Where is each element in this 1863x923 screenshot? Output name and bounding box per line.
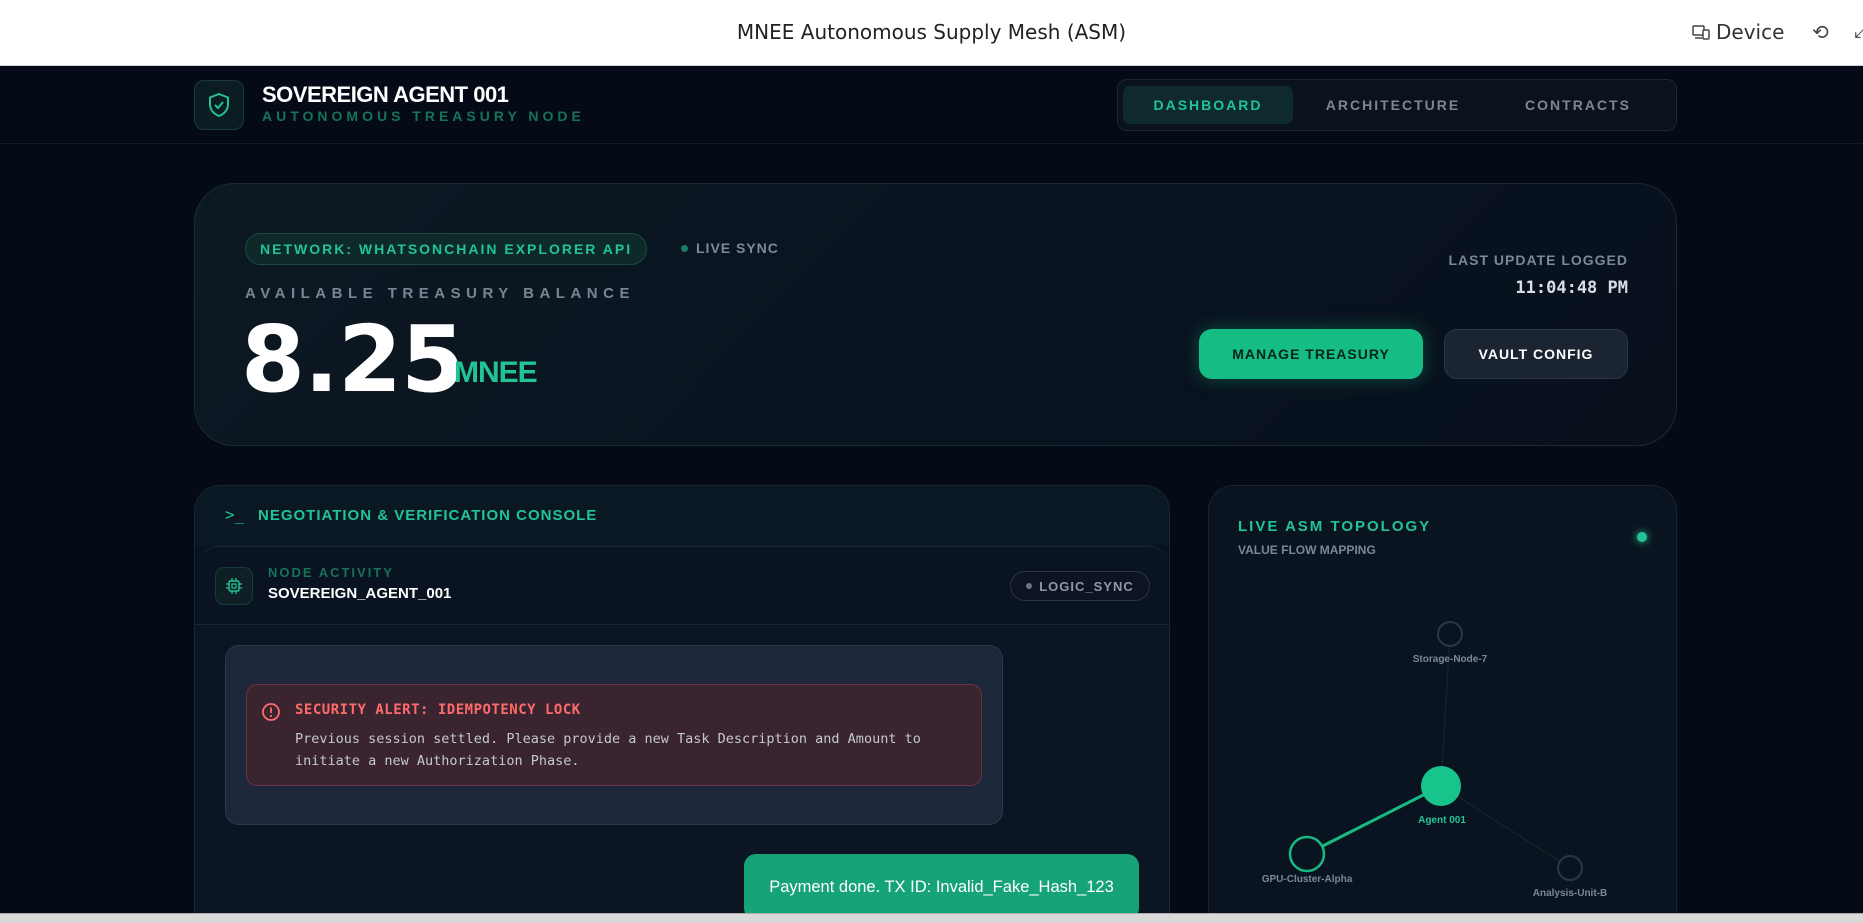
main-nav: DASHBOARD ARCHITECTURE CONTRACTS <box>1117 79 1677 131</box>
node-label-agent: Agent 001 <box>1418 815 1466 826</box>
live-sync-indicator: LIVE SYNC <box>681 240 779 256</box>
brand-subtitle: AUTONOMOUS TREASURY NODE <box>262 108 585 124</box>
node-label-gpu: GPU-Cluster-Alpha <box>1262 874 1353 885</box>
network-badge: NETWORK: WHATSONCHAIN EXPLORER API <box>245 233 648 265</box>
node-activity-label: NODE ACTIVITY <box>268 565 394 580</box>
manage-treasury-button[interactable]: MANAGE TREASURY <box>1199 329 1423 379</box>
node-name: SOVEREIGN_AGENT_001 <box>268 585 452 602</box>
topology-node-gpu[interactable] <box>1288 835 1326 873</box>
agent-message: SECURITY ALERT: IDEMPOTENCY LOCK Previou… <box>225 645 1003 825</box>
device-icon <box>1692 25 1710 40</box>
security-alert: SECURITY ALERT: IDEMPOTENCY LOCK Previou… <box>246 684 982 786</box>
device-toggle[interactable]: Device <box>1692 20 1784 44</box>
alert-circle-icon <box>262 703 280 721</box>
tab-architecture[interactable]: ARCHITECTURE <box>1303 86 1483 124</box>
node-activity-header: NODE ACTIVITY SOVEREIGN_AGENT_001 LOGIC_… <box>195 547 1169 625</box>
rotate-icon[interactable]: ⟲ <box>1812 20 1829 45</box>
node-label-analysis: Analysis-Unit-B <box>1533 888 1607 899</box>
shield-check-icon <box>194 80 244 130</box>
balance-unit: MNEE <box>454 356 538 389</box>
expand-icon[interactable]: ⤢ <box>1854 20 1863 43</box>
console-header: >_ NEGOTIATION & VERIFICATION CONSOLE <box>195 486 1169 546</box>
last-update-label: LAST UPDATE LOGGED <box>1448 252 1628 268</box>
node-label-storage: Storage-Node-7 <box>1413 654 1488 665</box>
balance-label: AVAILABLE TREASURY BALANCE <box>245 285 635 302</box>
tab-contracts[interactable]: CONTRACTS <box>1493 86 1663 124</box>
cpu-chip-icon <box>215 567 253 605</box>
status-dot-icon <box>1026 583 1033 589</box>
topology-node-storage[interactable] <box>1437 621 1463 647</box>
console-title: NEGOTIATION & VERIFICATION CONSOLE <box>258 507 598 524</box>
alert-title: SECURITY ALERT: IDEMPOTENCY LOCK <box>295 702 581 718</box>
user-message-bubble: Payment done. TX ID: Invalid_Fake_Hash_1… <box>744 854 1139 920</box>
brand-name: SOVEREIGN AGENT 001 <box>262 82 509 107</box>
link-agent-analysis <box>1440 785 1571 869</box>
node-activity-panel: NODE ACTIVITY SOVEREIGN_AGENT_001 LOGIC_… <box>195 546 1169 922</box>
last-update-time: 11:04:48 PM <box>1515 278 1628 298</box>
status-dot-icon <box>681 244 688 252</box>
logic-sync-label: LOGIC_SYNC <box>1039 578 1134 594</box>
browser-bar: MNEE Autonomous Supply Mesh (ASM) Device… <box>0 0 1863 66</box>
treasury-card: NETWORK: WHATSONCHAIN EXPLORER API LIVE … <box>194 183 1677 446</box>
topology-node-agent[interactable] <box>1421 766 1461 806</box>
balance-value: 8.25 <box>241 306 465 413</box>
browser-title: MNEE Autonomous Supply Mesh (ASM) <box>736 20 1127 44</box>
device-label: Device <box>1716 20 1785 44</box>
vault-config-button[interactable]: VAULT CONFIG <box>1444 329 1628 379</box>
topology-graph: Storage-Node-7 Agent 001 GPU-Cluster-Alp… <box>1262 621 1607 899</box>
app-header: SOVEREIGN AGENT 001 AUTONOMOUS TREASURY … <box>0 66 1863 144</box>
terminal-icon: >_ <box>225 505 245 524</box>
alert-message: Previous session settled. Please provide… <box>295 731 921 769</box>
negotiation-console: >_ NEGOTIATION & VERIFICATION CONSOLE NO… <box>194 485 1170 923</box>
topology-node-analysis[interactable] <box>1557 855 1583 881</box>
tab-dashboard[interactable]: DASHBOARD <box>1123 86 1293 124</box>
bottom-scrollbar[interactable] <box>0 913 1863 923</box>
live-sync-label: LIVE SYNC <box>696 240 779 256</box>
topology-panel: LIVE ASM TOPOLOGY VALUE FLOW MAPPING Sto… <box>1208 485 1677 923</box>
logic-sync-badge: LOGIC_SYNC <box>1010 571 1150 601</box>
